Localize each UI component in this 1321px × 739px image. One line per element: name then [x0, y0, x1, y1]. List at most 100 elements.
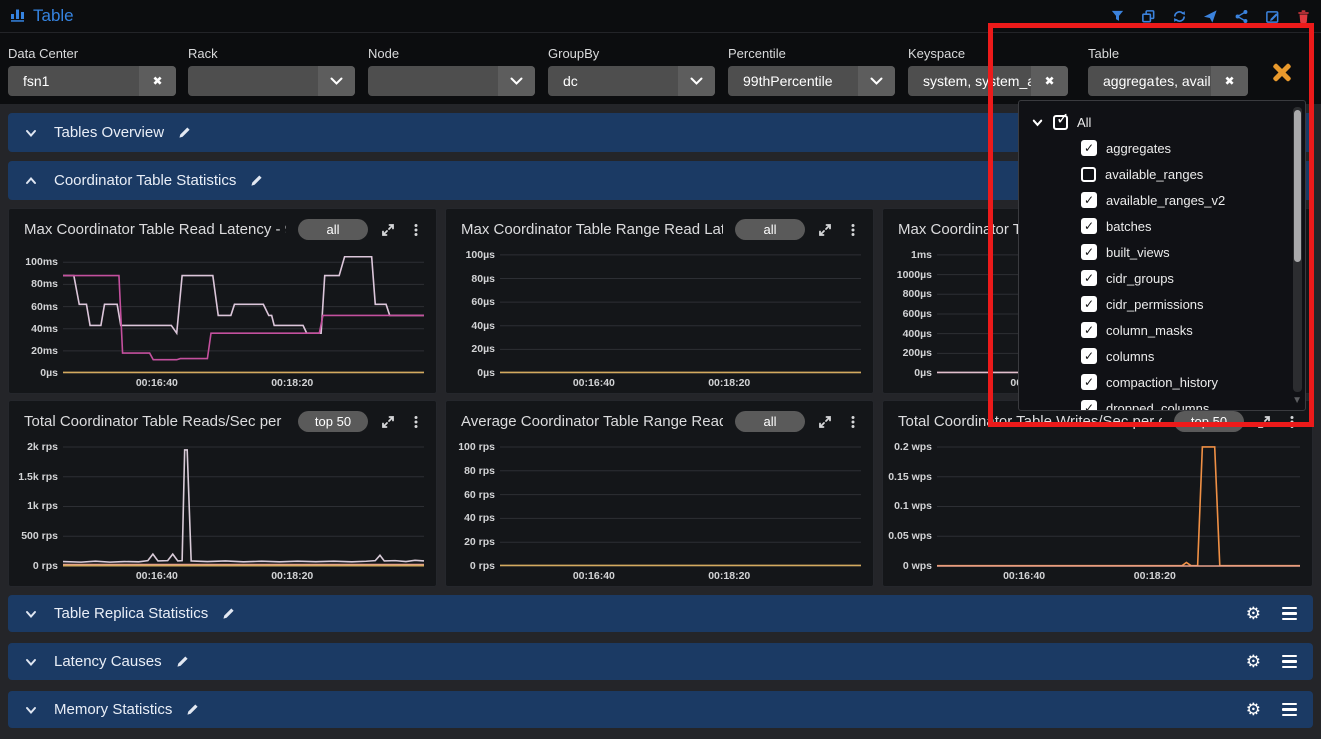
scrollbar-track[interactable] [1293, 107, 1302, 392]
groupby-value[interactable]: dc [548, 66, 678, 96]
dropdown-item-available_ranges[interactable]: available_ranges [1031, 161, 1305, 187]
dropdown-item-cidr_groups[interactable]: cidr_groups [1031, 265, 1305, 291]
kebab-menu-icon[interactable] [1284, 414, 1300, 430]
chevron-down-icon[interactable] [24, 126, 38, 140]
panel-badge[interactable]: all [735, 411, 805, 432]
dropdown-item-column_masks[interactable]: column_masks [1031, 317, 1305, 343]
kebab-menu-icon[interactable] [845, 222, 861, 238]
scroll-down-icon[interactable]: ▼ [1292, 395, 1302, 406]
edit-pencil-icon[interactable] [185, 702, 200, 717]
y-tick-label: 60µs [471, 296, 495, 308]
dropdown-item-aggregates[interactable]: aggregates [1031, 135, 1305, 161]
checkbox-checked-icon[interactable] [1081, 348, 1097, 364]
chevron-down-icon[interactable] [498, 66, 535, 96]
kebab-menu-icon[interactable] [408, 222, 424, 238]
percentile-select[interactable]: 99thPercentile [728, 66, 895, 96]
rack-select[interactable] [188, 66, 355, 96]
chevron-up-icon[interactable] [24, 174, 38, 188]
checkbox-checked-icon[interactable] [1081, 192, 1097, 208]
keyspace-input[interactable]: system, system_auth ✖ [908, 66, 1068, 96]
edit-pencil-icon[interactable] [249, 173, 264, 188]
percentile-value[interactable]: 99thPercentile [728, 66, 858, 96]
checkbox-checked-icon[interactable] [1081, 322, 1097, 338]
gear-icon[interactable]: ⚙ [1246, 701, 1261, 718]
clear-icon[interactable]: ✖ [139, 66, 176, 96]
table-value[interactable]: aggregates, available [1088, 66, 1211, 96]
chevron-down-icon[interactable] [24, 607, 38, 621]
groupby-select[interactable]: dc [548, 66, 715, 96]
share-icon[interactable] [1233, 8, 1249, 24]
dropdown-item-label: built_views [1106, 245, 1170, 260]
keyspace-value[interactable]: system, system_auth [908, 66, 1031, 96]
dropdown-item-available_ranges_v2[interactable]: available_ranges_v2 [1031, 187, 1305, 213]
section-memory-statistics[interactable]: Memory Statistics ⚙ [8, 691, 1313, 728]
copy-icon[interactable] [1140, 8, 1156, 24]
menu-icon[interactable] [1282, 607, 1297, 621]
delete-icon[interactable] [1295, 8, 1311, 24]
dropdown-item-compaction_history[interactable]: compaction_history [1031, 369, 1305, 395]
node-select[interactable] [368, 66, 535, 96]
expand-icon[interactable] [817, 222, 833, 238]
y-tick-label: 20 rps [464, 536, 495, 548]
checkbox-checked-icon[interactable] [1081, 400, 1097, 411]
menu-icon[interactable] [1282, 703, 1297, 717]
checkbox-checked-icon[interactable] [1081, 270, 1097, 286]
rack-value[interactable] [188, 66, 318, 96]
checkbox-unchecked-icon[interactable] [1081, 167, 1096, 182]
y-tick-label: 0µs [477, 367, 495, 379]
y-tick-label: 1.5k rps [18, 471, 58, 483]
section-table-replica-statistics[interactable]: Table Replica Statistics ⚙ [8, 595, 1313, 632]
checkbox-checked-icon[interactable] [1081, 140, 1097, 156]
send-icon[interactable] [1202, 8, 1218, 24]
section-latency-causes[interactable]: Latency Causes ⚙ [8, 643, 1313, 680]
edit-icon[interactable] [1264, 8, 1280, 24]
checkbox-checked-icon[interactable] [1081, 218, 1097, 234]
table-input[interactable]: aggregates, available ✖ [1088, 66, 1248, 96]
panel-badge[interactable]: top 50 [1174, 411, 1244, 432]
edit-pencil-icon[interactable] [175, 654, 190, 669]
dropdown-item-columns[interactable]: columns [1031, 343, 1305, 369]
panel-badge[interactable]: all [298, 219, 368, 240]
chevron-down-icon[interactable] [24, 703, 38, 717]
chevron-down-icon[interactable] [318, 66, 355, 96]
scrollbar-thumb[interactable] [1294, 110, 1301, 262]
y-tick-label: 1ms [911, 249, 932, 261]
gear-icon[interactable]: ⚙ [1246, 653, 1261, 670]
expand-icon[interactable] [1256, 414, 1272, 430]
chevron-down-icon[interactable] [678, 66, 715, 96]
panel-badge[interactable]: top 50 [298, 411, 368, 432]
data-center-value[interactable]: fsn1 [8, 66, 139, 96]
kebab-menu-icon[interactable] [845, 414, 861, 430]
chevron-down-icon[interactable] [1031, 116, 1044, 129]
edit-pencil-icon[interactable] [221, 606, 236, 621]
dropdown-item-batches[interactable]: batches [1031, 213, 1305, 239]
clear-icon[interactable]: ✖ [1031, 66, 1068, 96]
dropdown-item-dropped_columns[interactable]: dropped_columns [1031, 395, 1305, 411]
y-tick-label: 0µs [40, 367, 58, 379]
data-center-input[interactable]: fsn1 ✖ [8, 66, 176, 96]
close-filter-button[interactable] [1272, 62, 1292, 82]
expand-icon[interactable] [380, 222, 396, 238]
checkbox-checked-icon[interactable] [1081, 296, 1097, 312]
expand-icon[interactable] [380, 414, 396, 430]
section-label: Table Replica Statistics [54, 605, 208, 622]
clear-icon[interactable]: ✖ [1211, 66, 1248, 96]
checkbox-all-icon[interactable] [1053, 115, 1068, 130]
filter-icon[interactable] [1109, 8, 1125, 24]
chevron-down-icon[interactable] [24, 655, 38, 669]
dropdown-item-cidr_permissions[interactable]: cidr_permissions [1031, 291, 1305, 317]
panel-badge[interactable]: all [735, 219, 805, 240]
panel-total-reads-per-sec: Total Coordinator Table Reads/Sec per dc… [8, 400, 437, 587]
gear-icon[interactable]: ⚙ [1246, 605, 1261, 622]
node-value[interactable] [368, 66, 498, 96]
kebab-menu-icon[interactable] [408, 414, 424, 430]
checkbox-checked-icon[interactable] [1081, 374, 1097, 390]
chevron-down-icon[interactable] [858, 66, 895, 96]
edit-pencil-icon[interactable] [177, 125, 192, 140]
checkbox-checked-icon[interactable] [1081, 244, 1097, 260]
dropdown-item-all[interactable]: All [1031, 109, 1305, 135]
refresh-icon[interactable] [1171, 8, 1187, 24]
expand-icon[interactable] [817, 414, 833, 430]
dropdown-item-built_views[interactable]: built_views [1031, 239, 1305, 265]
menu-icon[interactable] [1282, 655, 1297, 669]
